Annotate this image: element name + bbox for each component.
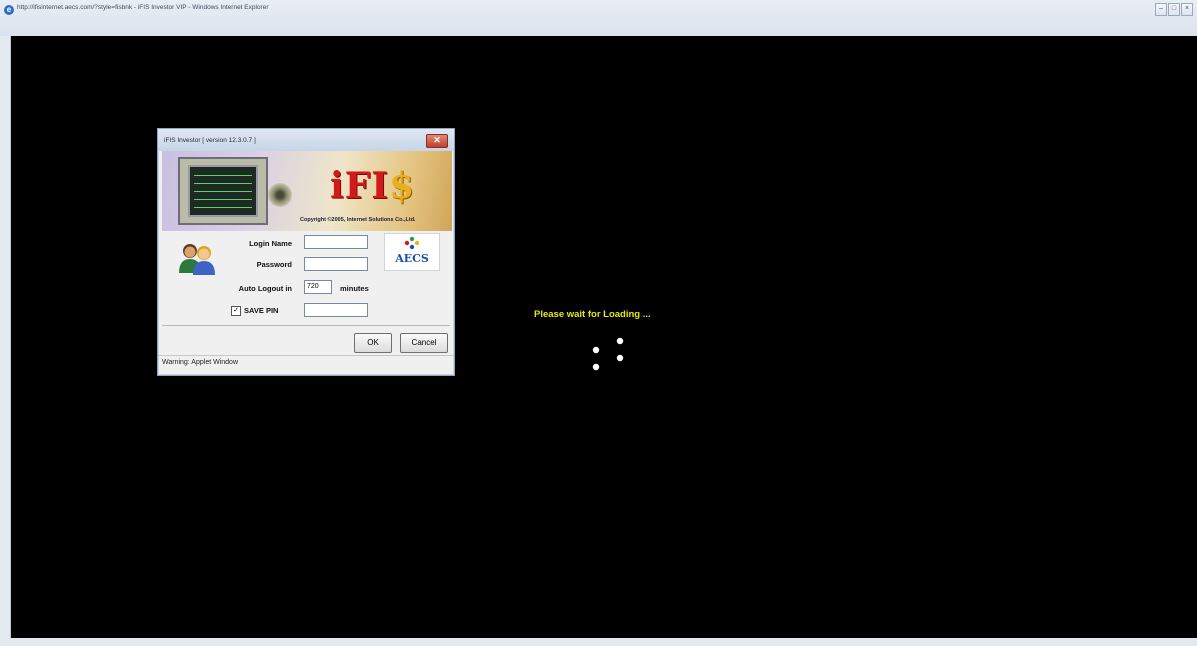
loading-message: Please wait for Loading ... [534,309,651,320]
divider [162,325,450,326]
minimize-icon[interactable]: – [1155,3,1167,16]
monitor-icon [178,157,268,225]
aecs-logo: AECS [384,233,440,271]
restore-icon[interactable]: □ [1168,3,1180,16]
login-name-label: Login Name [249,239,292,248]
copyright-text: Copyright ©2005, Internet Solutions Co.,… [300,217,416,223]
window-controls: – □ × [1155,3,1193,16]
applet-warning-text: Warning: Applet Window [162,359,238,366]
auto-logout-unit: minutes [340,284,369,293]
auto-logout-input[interactable]: 720 [304,280,332,294]
applet-titlebar[interactable]: iFIS Investor [ version 12.3.0.7 ] ✕ [158,129,454,151]
ifis-logo: iFI$ [330,165,415,207]
users-icon [179,244,215,275]
login-name-input[interactable] [304,235,368,249]
loading-spinner-icon [592,337,624,371]
password-label: Password [256,260,292,269]
applet-title: iFIS Investor [ version 12.3.0.7 ] [164,137,256,144]
close-icon[interactable]: × [1181,3,1193,16]
cancel-button[interactable]: Cancel [400,333,448,353]
ie-icon: e [4,5,14,15]
auto-logout-label: Auto Logout in [238,284,292,293]
disc-icon [268,183,292,207]
save-pin-label: SAVE PIN [244,306,279,315]
logo-dollar: $ [389,165,416,207]
aecs-brand-text: AECS [395,252,429,265]
browser-titlebar: e http://ifisinternet.aecs.com/?style=fi… [0,0,1197,37]
save-pin-input[interactable] [304,303,368,317]
browser-frame-left [0,36,11,646]
ok-button[interactable]: OK [354,333,392,353]
browser-window-title: http://ifisinternet.aecs.com/?style=fisb… [17,4,269,11]
ifis-banner: iFI$ Copyright ©2005, Internet Solutions… [162,151,452,231]
save-pin-checkbox[interactable]: ✓ [231,306,241,316]
login-applet-window: iFIS Investor [ version 12.3.0.7 ] ✕ iFI… [157,128,455,376]
browser-frame-bottom [10,638,1197,646]
applet-close-button[interactable]: ✕ [426,134,448,148]
password-input[interactable] [304,257,368,271]
aecs-mark-icon [404,236,420,250]
logo-main: iFI [330,165,390,207]
